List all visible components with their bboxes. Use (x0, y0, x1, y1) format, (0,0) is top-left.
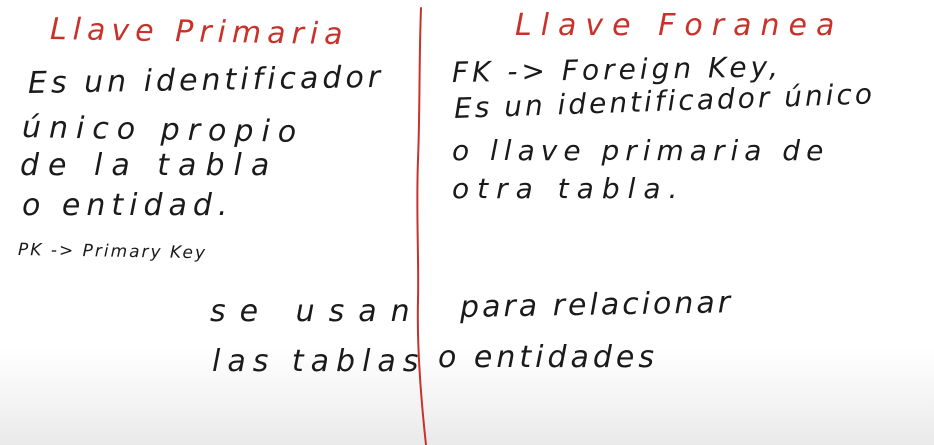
primary-key-line-4: o entidad. (22, 188, 234, 223)
primary-key-title: Llave Primaria (49, 12, 349, 53)
primary-key-abbreviation: PK -> Primary Key (17, 240, 208, 264)
shared-note-line-2-start: las tablas (212, 344, 426, 379)
shared-note-line-2-end: o entidades (438, 340, 659, 375)
primary-key-line-1: Es un identificador (27, 59, 385, 101)
primary-key-line-3: de la tabla (20, 148, 279, 183)
shared-note-line-1-end: para relacionar (459, 285, 734, 325)
foreign-key-title: Llave Foranea (515, 8, 844, 43)
foreign-key-line-3: o llave primaria de (452, 134, 830, 167)
shared-note-line-1-start: se usan (210, 294, 424, 329)
foreign-key-line-4: otra tabla. (452, 172, 686, 205)
primary-key-line-2: único propio (21, 110, 305, 150)
whiteboard: Llave Primaria Es un identificador único… (0, 0, 934, 445)
